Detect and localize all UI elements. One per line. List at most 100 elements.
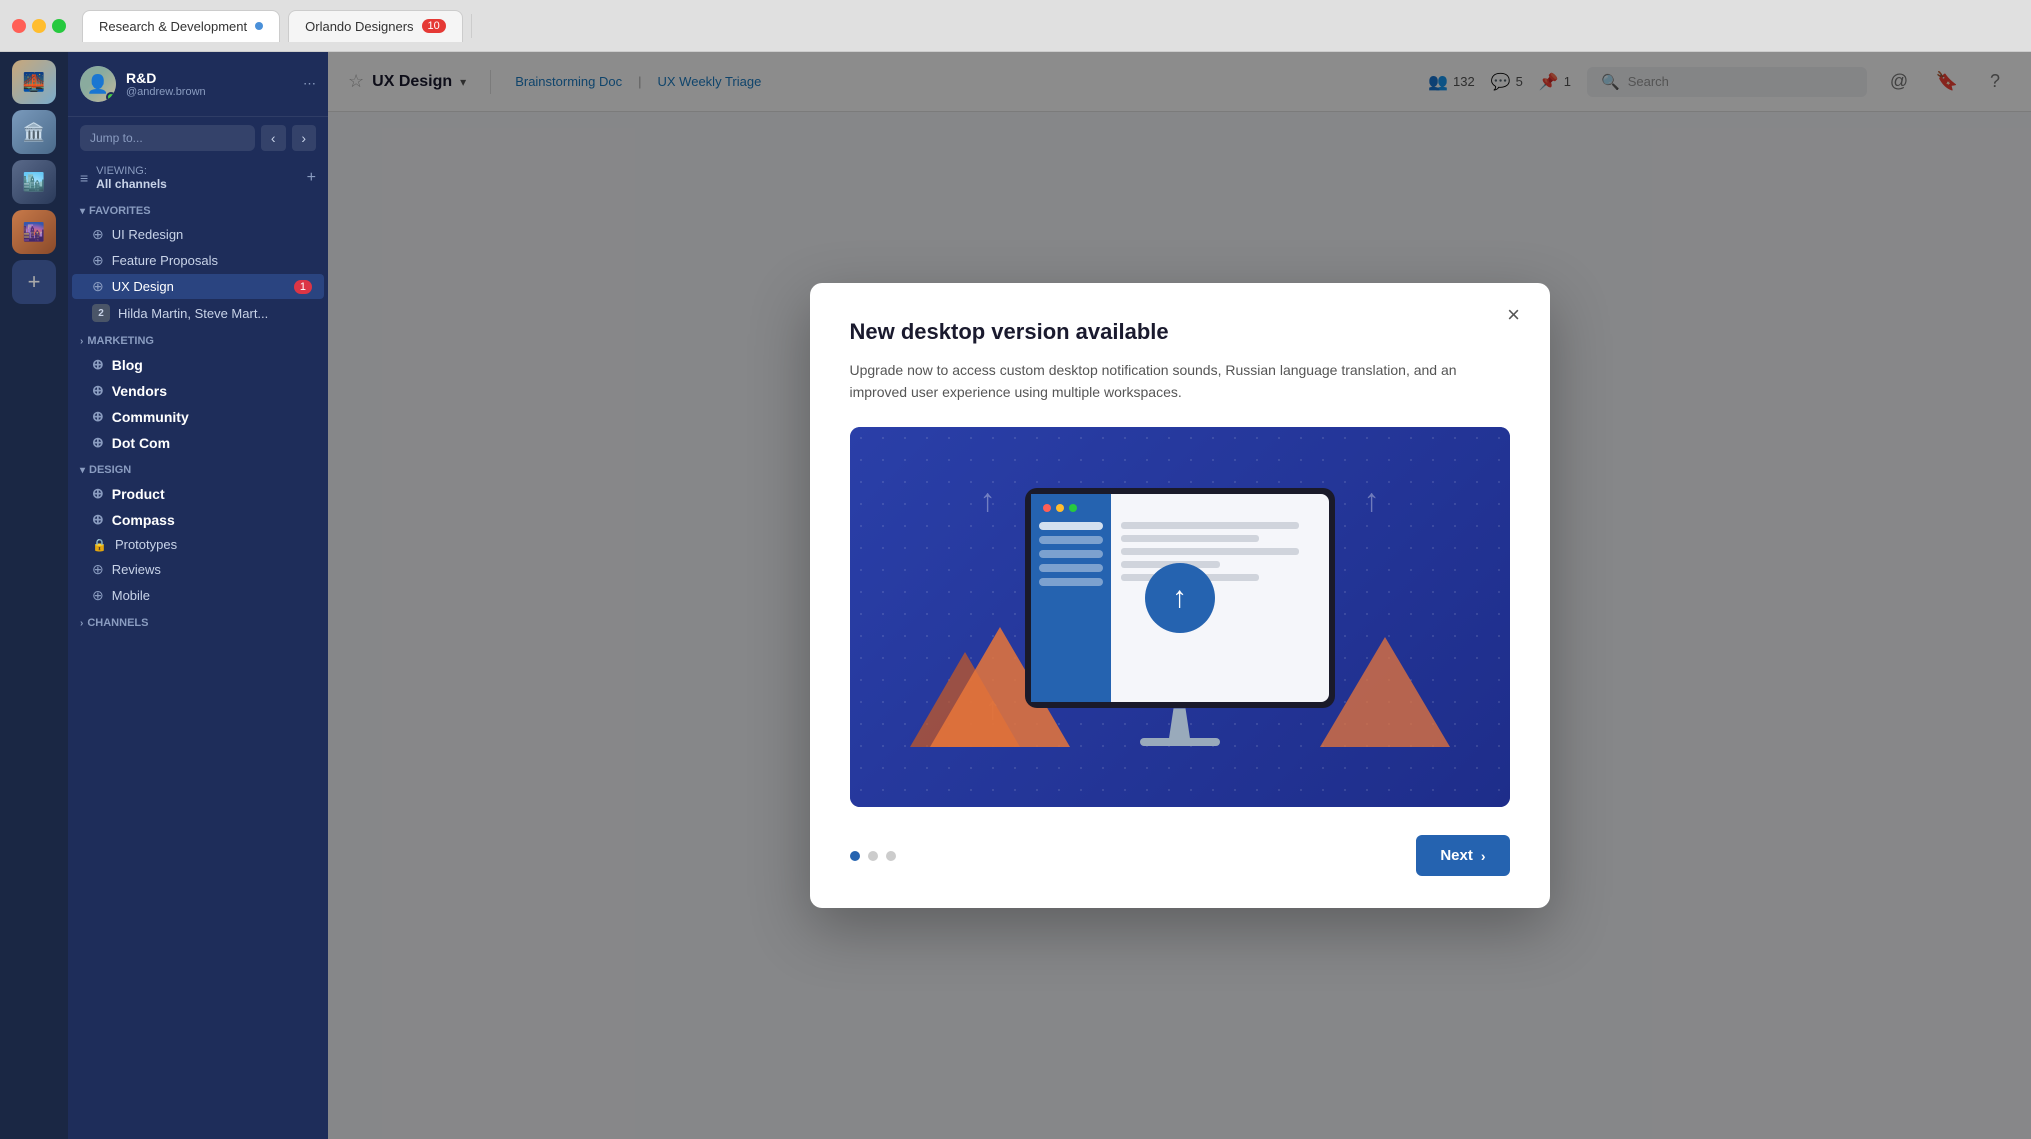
channels-bottom-header[interactable]: › CHANNELS: [68, 609, 328, 633]
channel-label: Prototypes: [115, 537, 177, 552]
channels-label: CHANNELS: [87, 617, 148, 629]
pagination-dots: [850, 851, 896, 861]
sidebar-more-button[interactable]: ⋯: [303, 76, 316, 92]
favorites-section: ▾ FAVORITES ⊕ UI Redesign ⊕ Feature Prop…: [68, 197, 328, 327]
viewing-info: VIEWING: All channels: [96, 165, 167, 191]
monitor-dot-yellow: [1056, 504, 1064, 512]
monitor-main-panel: [1111, 494, 1329, 702]
online-indicator: [106, 92, 116, 102]
minimize-traffic-light[interactable]: [32, 19, 46, 33]
modal-title: New desktop version available: [850, 319, 1510, 345]
tab-od[interactable]: Orlando Designers 10: [288, 10, 463, 42]
viewing-label-text: VIEWING:: [96, 165, 167, 177]
channel-item-blog[interactable]: ⊕ Blog ⋯: [72, 352, 324, 377]
monitor-stand: [1165, 708, 1195, 738]
channel-item-ux-design[interactable]: ⊕ UX Design 1: [72, 274, 324, 299]
channel-item-community[interactable]: ⊕ Community: [72, 404, 324, 429]
tab-rd[interactable]: Research & Development: [82, 10, 280, 42]
close-traffic-light[interactable]: [12, 19, 26, 33]
workspace-icon-0[interactable]: 🌉: [12, 60, 56, 104]
channel-item-feature-proposals[interactable]: ⊕ Feature Proposals: [72, 248, 324, 273]
sidebar-header: 👤 R&D @andrew.brown ⋯: [68, 52, 328, 117]
workspace-icon-3[interactable]: 🌆: [12, 210, 56, 254]
pagination-dot-2[interactable]: [886, 851, 896, 861]
channel-label: Product: [112, 486, 165, 502]
monitor-traffic-lights: [1043, 504, 1077, 512]
triangle-right: [1320, 637, 1450, 747]
pagination-dot-1[interactable]: [868, 851, 878, 861]
globe-icon: ⊕: [92, 434, 104, 451]
add-workspace-button[interactable]: +: [12, 260, 56, 304]
channels-bottom-section: › CHANNELS: [68, 609, 328, 633]
channel-item-reviews[interactable]: ⊕ Reviews: [72, 557, 324, 582]
globe-icon: ⊕: [92, 356, 104, 373]
monitor-sidebar-line: [1039, 522, 1103, 530]
channel-item-prototypes[interactable]: 🔒 Prototypes: [72, 533, 324, 556]
channel-item-compass[interactable]: ⊕ Compass: [72, 507, 324, 532]
channel-item-mobile[interactable]: ⊕ Mobile: [72, 583, 324, 608]
channel-label: Blog: [112, 357, 143, 373]
modal-close-button[interactable]: ×: [1498, 299, 1530, 331]
channel-item-dm-hilda[interactable]: 2 Hilda Martin, Steve Mart...: [72, 300, 324, 326]
globe-icon: ⊕: [92, 278, 104, 295]
monitor-text-line: [1121, 548, 1299, 555]
channels-arrow-icon: ›: [80, 618, 83, 629]
upload-arrow-icon: ↑: [1172, 581, 1187, 615]
dm-label: Hilda Martin, Steve Mart...: [118, 306, 268, 321]
design-header[interactable]: ▾ DESIGN: [68, 456, 328, 480]
monitor-text-line: [1121, 535, 1260, 542]
channel-label: UI Redesign: [112, 227, 184, 242]
workspace-icon-2[interactable]: 🏙️: [12, 160, 56, 204]
workspace-icon-1[interactable]: 🏛️: [12, 110, 56, 154]
channel-label: Feature Proposals: [112, 253, 218, 268]
marketing-header[interactable]: › MARKETING: [68, 327, 328, 351]
jump-to-input[interactable]: [80, 125, 255, 151]
user-avatar: 👤: [80, 66, 116, 102]
maximize-traffic-light[interactable]: [52, 19, 66, 33]
jump-to-section: ‹ ›: [68, 117, 328, 159]
workspace-sidebar: 🌉 🏛️ 🏙️ 🌆 +: [0, 52, 68, 1139]
favorites-arrow-icon: ▾: [80, 206, 85, 217]
modal-footer: Next ›: [850, 835, 1510, 876]
arrow-up-right: ↑: [1364, 482, 1380, 519]
monitor-sidebar-panel: [1031, 494, 1111, 702]
favorites-header[interactable]: ▾ FAVORITES: [68, 197, 328, 221]
monitor-dot-red: [1043, 504, 1051, 512]
marketing-section: › MARKETING ⊕ Blog ⋯ ⊕ Vendors ⊕ Communi…: [68, 327, 328, 456]
viewing-icon: ≡: [80, 170, 88, 186]
channel-label: Dot Com: [112, 435, 170, 451]
marketing-arrow-icon: ›: [80, 336, 83, 347]
nav-back-button[interactable]: ‹: [261, 125, 286, 151]
modal-dialog: × New desktop version available Upgrade …: [810, 283, 1550, 909]
channel-item-dot-com[interactable]: ⊕ Dot Com: [72, 430, 324, 455]
upload-circle: ↑: [1145, 563, 1215, 633]
next-button-label: Next: [1440, 847, 1473, 864]
monitor-sidebar-line: [1039, 564, 1103, 572]
globe-icon: ⊕: [92, 382, 104, 399]
monitor-illustration: ↑: [1025, 488, 1335, 746]
viewing-value: All channels: [96, 177, 167, 191]
marketing-label: MARKETING: [87, 335, 154, 347]
nav-forward-button[interactable]: ›: [292, 125, 317, 151]
channel-item-vendors[interactable]: ⊕ Vendors: [72, 378, 324, 403]
channel-label: Reviews: [112, 562, 161, 577]
app-body: 🌉 🏛️ 🏙️ 🌆 + 👤 R&D @andrew.brown ⋯ ‹ ›: [0, 52, 2031, 1139]
globe-icon: ⊕: [92, 485, 104, 502]
monitor-sidebar-line: [1039, 550, 1103, 558]
monitor-screen-outer: ↑: [1025, 488, 1335, 708]
tab-od-badge: 10: [422, 19, 446, 33]
next-button[interactable]: Next ›: [1416, 835, 1509, 876]
globe-icon: ⊕: [92, 561, 104, 578]
channel-item-ui-redesign[interactable]: ⊕ UI Redesign: [72, 222, 324, 247]
globe-icon: ⊕: [92, 587, 104, 604]
channel-item-product[interactable]: ⊕ Product: [72, 481, 324, 506]
viewing-section: ≡ VIEWING: All channels +: [68, 159, 328, 197]
lock-icon: 🔒: [92, 538, 107, 552]
favorites-label: FAVORITES: [89, 205, 151, 217]
globe-icon: ⊕: [92, 511, 104, 528]
sidebar-username: R&D: [126, 70, 206, 86]
pagination-dot-0[interactable]: [850, 851, 860, 861]
monitor-text-line: [1121, 522, 1299, 529]
add-channel-button[interactable]: +: [307, 169, 316, 187]
user-info: R&D @andrew.brown: [126, 70, 206, 98]
